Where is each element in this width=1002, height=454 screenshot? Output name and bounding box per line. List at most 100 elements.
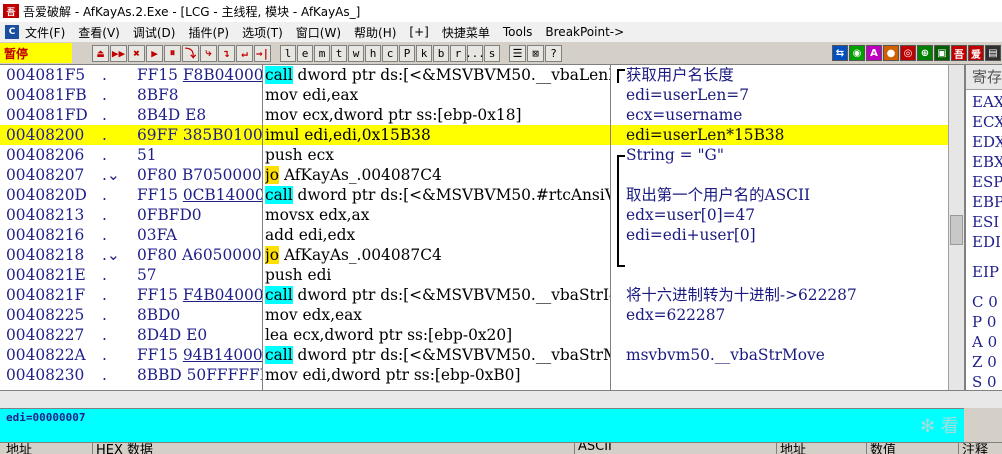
address-cell[interactable]: 00408225 bbox=[6, 305, 84, 325]
window-button[interactable]: k bbox=[416, 44, 432, 62]
window-button[interactable]: s bbox=[484, 44, 500, 62]
address-cell[interactable]: 004081FB bbox=[6, 85, 87, 105]
disasm-cell[interactable]: jo AfKayAs_.004087C4 bbox=[265, 165, 610, 185]
plugin-button[interactable]: ● bbox=[883, 45, 899, 61]
debug-control-button[interactable]: ⏸ bbox=[164, 44, 181, 62]
comment-cell[interactable]: edx=user[0]=47 bbox=[626, 205, 755, 225]
disasm-cell[interactable]: lea ecx,dword ptr ss:[ebp-0x20] bbox=[265, 325, 610, 345]
debug-control-button[interactable]: ▶▶ bbox=[110, 44, 127, 62]
plugin-button[interactable]: ◉ bbox=[849, 45, 865, 61]
hex-cell[interactable]: 0F80 B7050000 bbox=[137, 165, 263, 185]
cpu-window-icon[interactable]: C bbox=[5, 25, 19, 39]
menu-item-3[interactable]: 插件(P) bbox=[188, 24, 229, 41]
address-cell[interactable]: 00408218 bbox=[6, 245, 84, 265]
debug-control-button[interactable]: ↴ bbox=[218, 44, 235, 62]
info-pane[interactable]: edi=00000007 bbox=[0, 408, 964, 442]
register-name[interactable]: EDX bbox=[972, 133, 1002, 151]
hex-cell[interactable]: 8D4D E0 bbox=[137, 325, 263, 345]
hex-cell[interactable]: 0F80 A6050000 bbox=[137, 245, 263, 265]
register-name[interactable]: A 0 bbox=[972, 333, 997, 351]
window-button[interactable]: r bbox=[450, 44, 466, 62]
plugin-button[interactable]: ⊕ bbox=[917, 45, 933, 61]
address-cell[interactable]: 0040821E bbox=[6, 265, 86, 285]
debug-control-button[interactable]: ✖ bbox=[128, 44, 145, 62]
disasm-cell[interactable]: movsx edx,ax bbox=[265, 205, 610, 225]
dump-column-header[interactable]: ASCII bbox=[578, 443, 612, 454]
disasm-cell[interactable]: jo AfKayAs_.004087C4 bbox=[265, 245, 610, 265]
disasm-row[interactable]: 0040822A. FF15 94B14000 call dword ptr ds:… bbox=[0, 345, 950, 365]
plugin-button[interactable]: 吾 bbox=[951, 45, 967, 61]
register-name[interactable]: ESP bbox=[972, 173, 1002, 191]
window-button[interactable]: c bbox=[382, 44, 398, 62]
plugin-button[interactable]: ▣ bbox=[934, 45, 950, 61]
plugin-button[interactable]: ⇆ bbox=[832, 45, 848, 61]
dump-column-header[interactable]: HEX 数据 bbox=[96, 443, 153, 454]
disassembly-pane[interactable]: 00408230. 8BBD 50FFFFFF mov edi,dword ptr … bbox=[0, 65, 964, 390]
disasm-row[interactable]: 00408225. 8BD0 mov edx,eax edx=622287 bbox=[0, 305, 950, 325]
register-name[interactable]: ESI bbox=[972, 213, 999, 231]
window-button[interactable]: P bbox=[399, 44, 415, 62]
menu-item-6[interactable]: 帮助(H) bbox=[354, 24, 396, 41]
window-button[interactable]: w bbox=[348, 44, 364, 62]
menu-item-7[interactable]: [+] bbox=[409, 25, 428, 39]
disasm-cell[interactable]: mov ecx,dword ptr ss:[ebp-0x18] bbox=[265, 105, 610, 125]
address-cell[interactable]: 00408213 bbox=[6, 205, 84, 225]
hex-cell[interactable]: FF15 94B14000 bbox=[137, 345, 263, 365]
disasm-row[interactable]: 00408206. 51 push ecx String = "G" bbox=[0, 145, 950, 165]
debug-control-button[interactable]: ↵ bbox=[236, 44, 253, 62]
debug-control-button[interactable]: →| bbox=[254, 44, 271, 62]
register-name[interactable]: EAX bbox=[972, 93, 1002, 111]
register-name[interactable]: ECX bbox=[972, 113, 1002, 131]
address-cell[interactable]: 004081F5 bbox=[6, 65, 85, 85]
menu-item-2[interactable]: 调试(D) bbox=[133, 24, 176, 41]
address-cell[interactable]: 00408216 bbox=[6, 225, 84, 245]
plugin-button[interactable]: ◎ bbox=[900, 45, 916, 61]
hex-cell[interactable]: 8B4D E8 bbox=[137, 105, 263, 125]
app-icon[interactable]: 吾 bbox=[3, 4, 19, 18]
hex-cell[interactable]: 69FF 385B0100 bbox=[137, 125, 263, 145]
disasm-row[interactable]: 00408230. 8BBD 50FFFFFF mov edi,dword ptr … bbox=[0, 365, 950, 385]
comment-cell[interactable]: edi=edi+user[0] bbox=[626, 225, 756, 245]
extra-button[interactable]: ☰ bbox=[509, 44, 526, 62]
menu-item-10[interactable]: BreakPoint-> bbox=[545, 25, 624, 39]
menu-item-1[interactable]: 查看(V) bbox=[78, 24, 120, 41]
disasm-row[interactable]: 0040821F. FF15 F4B04000 call dword ptr ds:… bbox=[0, 285, 950, 305]
comment-cell[interactable]: msvbvm50.__vbaStrMove bbox=[626, 345, 825, 365]
dump-column-header[interactable]: 数值 bbox=[870, 443, 896, 454]
menu-item-0[interactable]: 文件(F) bbox=[25, 24, 65, 41]
disasm-cell[interactable]: mov edi,eax bbox=[265, 85, 610, 105]
hex-cell[interactable]: 51 bbox=[137, 145, 263, 165]
address-cell[interactable]: 00408206 bbox=[6, 145, 84, 165]
address-cell[interactable]: 0040820D bbox=[6, 185, 87, 205]
address-cell[interactable]: 00408200 bbox=[6, 125, 84, 145]
disasm-row[interactable]: 00408227. 8D4D E0 lea ecx,dword ptr ss:[eb… bbox=[0, 325, 950, 345]
register-name[interactable]: EDI bbox=[972, 233, 1001, 251]
menu-item-4[interactable]: 选项(T) bbox=[242, 24, 283, 41]
plugin-button[interactable]: A bbox=[866, 45, 882, 61]
hex-cell[interactable]: 57 bbox=[137, 265, 263, 285]
disasm-row[interactable]: 00408200. 69FF 385B0100 imul edi,edi,0x15B… bbox=[0, 125, 950, 145]
hex-cell[interactable]: FF15 F4B04000 bbox=[137, 285, 263, 305]
debug-control-button[interactable]: ⤵ bbox=[182, 44, 199, 62]
address-cell[interactable]: 004081FD bbox=[6, 105, 88, 125]
dump-column-header[interactable]: 注释 bbox=[962, 443, 988, 454]
register-name[interactable]: EBP bbox=[972, 193, 1002, 211]
register-name[interactable]: C 0 bbox=[972, 293, 998, 311]
register-name[interactable]: EIP bbox=[972, 263, 999, 281]
disasm-row[interactable]: 00408216. 03FA add edi,edx edi=edi+user[0] bbox=[0, 225, 950, 245]
address-cell[interactable]: 0040821F bbox=[6, 285, 85, 305]
disasm-cell[interactable]: mov edx,eax bbox=[265, 305, 610, 325]
disasm-cell[interactable]: call dword ptr ds:[<&MSVBVM50.#rtcAnsiVa… bbox=[265, 185, 610, 205]
plugin-button[interactable]: 爱 bbox=[968, 45, 984, 61]
window-button[interactable]: b bbox=[433, 44, 449, 62]
address-cell[interactable]: 0040822A bbox=[6, 345, 86, 365]
disasm-row[interactable]: 004081FD. 8B4D E8 mov ecx,dword ptr ss:[eb… bbox=[0, 105, 950, 125]
column-divider[interactable] bbox=[262, 65, 263, 390]
window-button[interactable]: e bbox=[297, 44, 313, 62]
comment-cell[interactable]: 将十六进制转为十进制->622287 bbox=[626, 285, 857, 305]
disasm-row[interactable]: 00408207 .⌄ 0F80 B7050000 jo AfKayAs_.00408… bbox=[0, 165, 950, 185]
address-cell[interactable]: 00408227 bbox=[6, 325, 84, 345]
disasm-row[interactable]: 00408218 .⌄ 0F80 A6050000 jo AfKayAs_.00408… bbox=[0, 245, 950, 265]
menu-item-8[interactable]: 快捷菜单 bbox=[442, 24, 490, 41]
window-button[interactable]: t bbox=[331, 44, 347, 62]
